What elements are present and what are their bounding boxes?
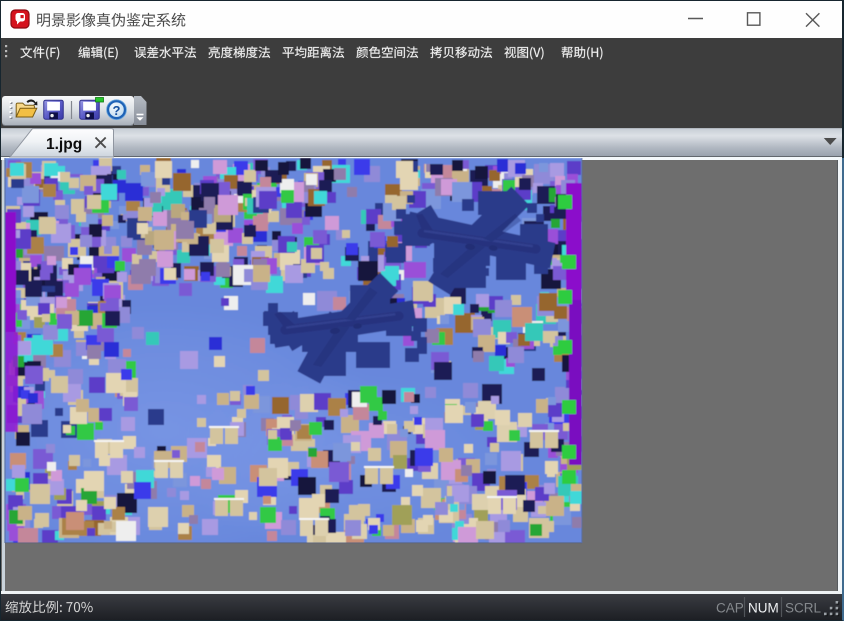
svg-text:NUM: NUM (748, 601, 779, 616)
svg-text:1.jpg: 1.jpg (46, 136, 82, 153)
svg-text:SCRL: SCRL (785, 601, 822, 616)
svg-text:?: ? (113, 103, 121, 118)
svg-text:CAP: CAP (716, 601, 744, 616)
